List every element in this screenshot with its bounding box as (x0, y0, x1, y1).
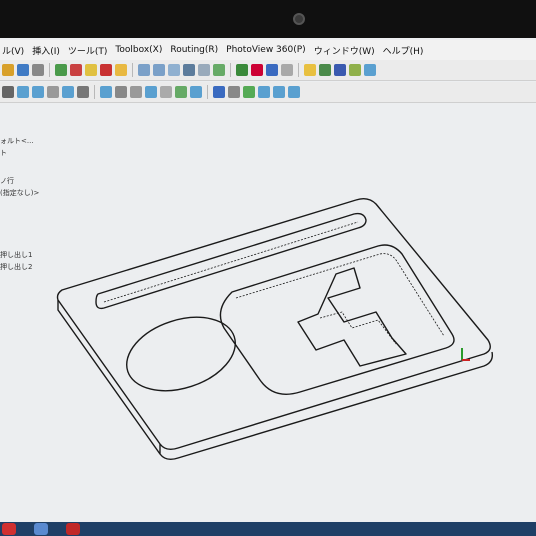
dimension-icon[interactable] (190, 86, 202, 98)
laptop-bezel (0, 0, 536, 40)
text-icon[interactable] (77, 86, 89, 98)
display-style-icon[interactable] (198, 64, 210, 76)
ellipse-icon[interactable] (32, 86, 44, 98)
fillet-icon[interactable] (47, 86, 59, 98)
menu-help[interactable]: ヘルプ(H) (383, 44, 424, 57)
curve-icon[interactable] (273, 86, 285, 98)
tools-icon[interactable] (32, 64, 44, 76)
menu-toolbox[interactable]: Toolbox(X) (115, 45, 162, 55)
point-icon[interactable] (62, 86, 74, 98)
rotate-icon[interactable] (168, 64, 180, 76)
options-icon[interactable] (281, 64, 293, 76)
line-icon[interactable] (2, 86, 14, 98)
pen-slot (95, 212, 367, 310)
zoom-area-icon[interactable] (153, 64, 165, 76)
menu-tools[interactable]: ツール(T) (68, 44, 108, 57)
toolbar-separator (49, 63, 50, 77)
menu-routing[interactable]: Routing(R) (170, 45, 218, 55)
menu-bar: ル(V) 挿入(I) ツール(T) Toolbox(X) Routing(R) … (0, 40, 536, 60)
toolbar-separator (230, 63, 231, 77)
rebuild-icon[interactable] (115, 64, 127, 76)
pattern-icon[interactable] (145, 86, 157, 98)
pen-slot-inner (103, 221, 359, 303)
relation-icon[interactable] (175, 86, 187, 98)
webcam (293, 13, 305, 25)
move-icon[interactable] (2, 64, 14, 76)
smart-dimension-icon[interactable] (288, 86, 300, 98)
toolbar-separator (207, 85, 208, 99)
trim-icon[interactable] (100, 86, 112, 98)
tray-thickness (57, 300, 494, 461)
toolbar-separator (132, 63, 133, 77)
sketch-toolbar (0, 82, 536, 103)
move-entity-icon[interactable] (160, 86, 172, 98)
mirror-icon[interactable] (130, 86, 142, 98)
offset-icon[interactable] (115, 86, 127, 98)
save-icon[interactable] (334, 64, 346, 76)
graphics-area[interactable] (0, 104, 536, 536)
instant2d-icon[interactable] (243, 86, 255, 98)
pocket-step-inner (319, 311, 397, 345)
standard-toolbar (0, 60, 536, 81)
tray-outline (56, 197, 491, 451)
menu-window[interactable]: ウィンドウ(W) (314, 44, 375, 57)
menu-view[interactable]: ル(V) (2, 44, 24, 57)
new-file-icon[interactable] (304, 64, 316, 76)
open-file-icon[interactable] (319, 64, 331, 76)
zoom-icon[interactable] (138, 64, 150, 76)
rapid-sketch-icon[interactable] (228, 86, 240, 98)
solidworks-window: ル(V) 挿入(I) ツール(T) Toolbox(X) Routing(R) … (0, 38, 536, 536)
spline-icon[interactable] (17, 86, 29, 98)
print-icon[interactable] (349, 64, 361, 76)
select-icon[interactable] (17, 64, 29, 76)
pocket-step (297, 267, 407, 367)
quick-snap-icon[interactable] (213, 86, 225, 98)
shaded-contours-icon[interactable] (258, 86, 270, 98)
appearance-icon[interactable] (236, 64, 248, 76)
scene-icon[interactable] (251, 64, 263, 76)
view-orientation-icon[interactable] (183, 64, 195, 76)
check-icon[interactable] (85, 64, 97, 76)
tray-model (56, 197, 494, 461)
stop-icon[interactable] (100, 64, 112, 76)
render-icon[interactable] (266, 64, 278, 76)
grid-icon[interactable] (55, 64, 67, 76)
solidworks-icon[interactable] (66, 523, 80, 535)
undo-icon[interactable] (364, 64, 376, 76)
browser-icon[interactable] (2, 523, 16, 535)
menu-photoview[interactable]: PhotoView 360(P) (226, 45, 306, 55)
toolbar-separator (298, 63, 299, 77)
round-pocket (126, 316, 236, 392)
flag-icon[interactable] (70, 64, 82, 76)
windows-taskbar (0, 522, 536, 536)
explorer-icon[interactable] (34, 523, 48, 535)
menu-insert[interactable]: 挿入(I) (32, 44, 60, 57)
section-view-icon[interactable] (213, 64, 225, 76)
toolbar-separator (94, 85, 95, 99)
